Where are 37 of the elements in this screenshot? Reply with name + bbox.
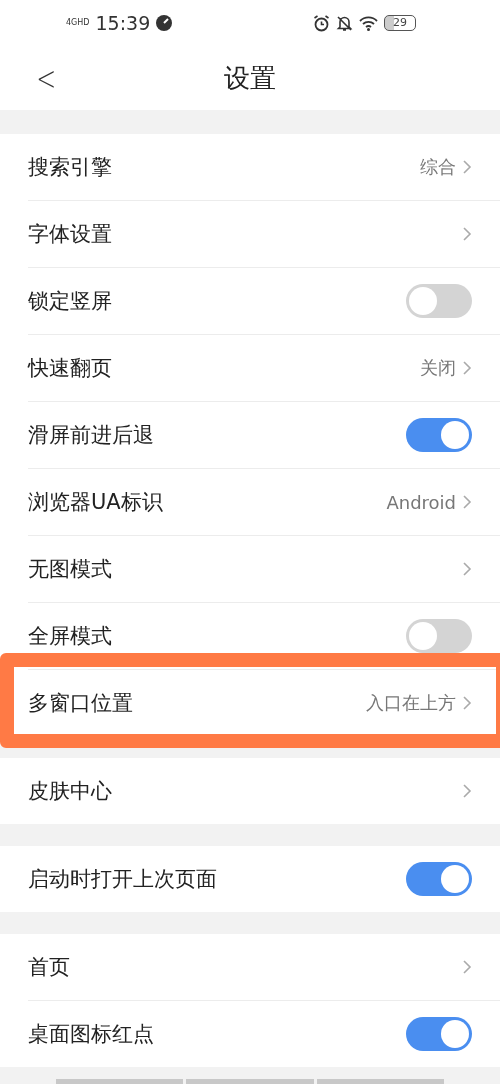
setting-label[interactable]: 桌面图标红点 — [28, 1020, 406, 1048]
chevron-icon — [462, 695, 472, 711]
toggle-switch[interactable] — [406, 619, 472, 653]
setting-label[interactable]: 无图模式 — [28, 555, 462, 583]
back-button[interactable]: < — [32, 58, 61, 98]
toggle-switch[interactable] — [406, 418, 472, 452]
chevron-icon — [462, 959, 472, 975]
bell-muted-icon — [336, 14, 353, 32]
setting-label[interactable]: 多窗口位置 — [28, 689, 366, 717]
chevron-icon — [462, 360, 472, 376]
network-label: 4GHD — [66, 19, 90, 27]
toggle-switch[interactable] — [406, 284, 472, 318]
chevron-icon — [462, 159, 472, 175]
setting-value: 关闭 — [420, 356, 456, 380]
setting-label[interactable]: 字体设置 — [28, 220, 462, 248]
wifi-icon — [359, 15, 378, 31]
battery-level: 29 — [384, 15, 416, 31]
alarm-icon — [313, 14, 330, 32]
chevron-icon — [462, 226, 472, 242]
setting-label[interactable]: 搜索引擎 — [28, 153, 420, 181]
status-time: 15:39 — [95, 12, 151, 34]
setting-label[interactable]: 锁定竖屏 — [28, 287, 406, 315]
toggle-switch[interactable] — [406, 1017, 472, 1051]
setting-label[interactable]: 快速翻页 — [28, 354, 420, 382]
setting-value: 综合 — [420, 155, 456, 179]
chevron-icon — [462, 783, 472, 799]
setting-label[interactable]: 全屏模式 — [28, 622, 406, 650]
setting-label[interactable]: 首页 — [28, 953, 462, 981]
setting-label[interactable]: 滑屏前进后退 — [28, 421, 406, 449]
gauge-icon — [156, 15, 173, 31]
chevron-icon — [462, 561, 472, 577]
page-title: 设置 — [224, 61, 276, 95]
setting-value: 入口在上方 — [366, 691, 456, 715]
setting-value: Android — [386, 491, 456, 513]
setting-label[interactable]: 浏览器UA标识 — [28, 488, 387, 516]
chevron-icon — [462, 494, 472, 510]
toggle-switch[interactable] — [406, 862, 472, 896]
